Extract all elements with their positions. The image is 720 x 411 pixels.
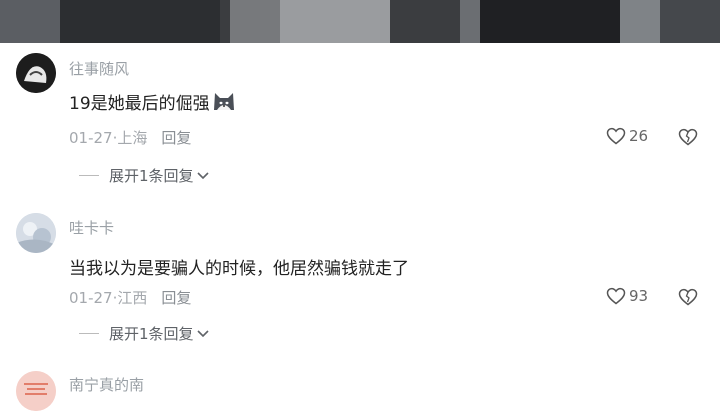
expand-replies-label: 展开1条回复 xyxy=(109,167,194,185)
comment-location: 江西 xyxy=(117,289,148,307)
comment-meta: 01-27·上海 回复 xyxy=(69,127,191,148)
comment-item: 南宁真的南 xyxy=(0,358,720,411)
comment-text: 19是她最后的倔强 xyxy=(69,89,236,117)
comment-username[interactable]: 哇卡卡 xyxy=(69,217,114,238)
expand-divider xyxy=(79,175,99,176)
reply-button[interactable]: 回复 xyxy=(161,129,191,147)
cat-face-emoji-icon xyxy=(212,90,236,117)
comment-text: 当我以为是要骗人的时候，他居然骗钱就走了 xyxy=(69,259,409,279)
heart-icon xyxy=(606,127,626,145)
chevron-down-icon xyxy=(196,171,209,179)
comment-item: 往事随风 19是她最后的倔强 01-27·上海 回复 26 展开1条回复 xyxy=(0,43,720,198)
broken-heart-icon xyxy=(678,128,698,146)
chevron-down-icon xyxy=(196,329,209,337)
comment-date: 01-27 xyxy=(69,289,113,307)
avatar[interactable] xyxy=(16,53,56,93)
reply-button[interactable]: 回复 xyxy=(161,289,191,307)
broken-heart-icon xyxy=(678,288,698,306)
like-count: 93 xyxy=(629,287,649,305)
expand-divider xyxy=(79,333,99,334)
dislike-button[interactable] xyxy=(678,128,698,150)
comment-date: 01-27 xyxy=(69,129,113,147)
video-preview[interactable] xyxy=(0,0,720,43)
expand-replies-button[interactable]: 展开1条回复 xyxy=(79,165,210,186)
dislike-button[interactable] xyxy=(678,288,698,310)
heart-icon xyxy=(606,287,626,305)
like-button[interactable]: 93 xyxy=(606,287,648,305)
comment-username[interactable]: 往事随风 xyxy=(69,58,129,79)
avatar[interactable] xyxy=(16,371,56,411)
avatar[interactable] xyxy=(16,213,56,253)
like-count: 26 xyxy=(629,127,649,145)
comment-item: 哇卡卡 当我以为是要骗人的时候，他居然骗钱就走了 01-27·江西 回复 93 展… xyxy=(0,198,720,358)
comment-meta: 01-27·江西 回复 xyxy=(69,287,191,308)
comment-text-content: 19是她最后的倔强 xyxy=(69,94,210,114)
expand-replies-button[interactable]: 展开1条回复 xyxy=(79,323,210,344)
comment-location: 上海 xyxy=(117,129,148,147)
comment-username[interactable]: 南宁真的南 xyxy=(69,374,144,395)
like-button[interactable]: 26 xyxy=(606,127,648,145)
expand-replies-label: 展开1条回复 xyxy=(109,325,194,343)
